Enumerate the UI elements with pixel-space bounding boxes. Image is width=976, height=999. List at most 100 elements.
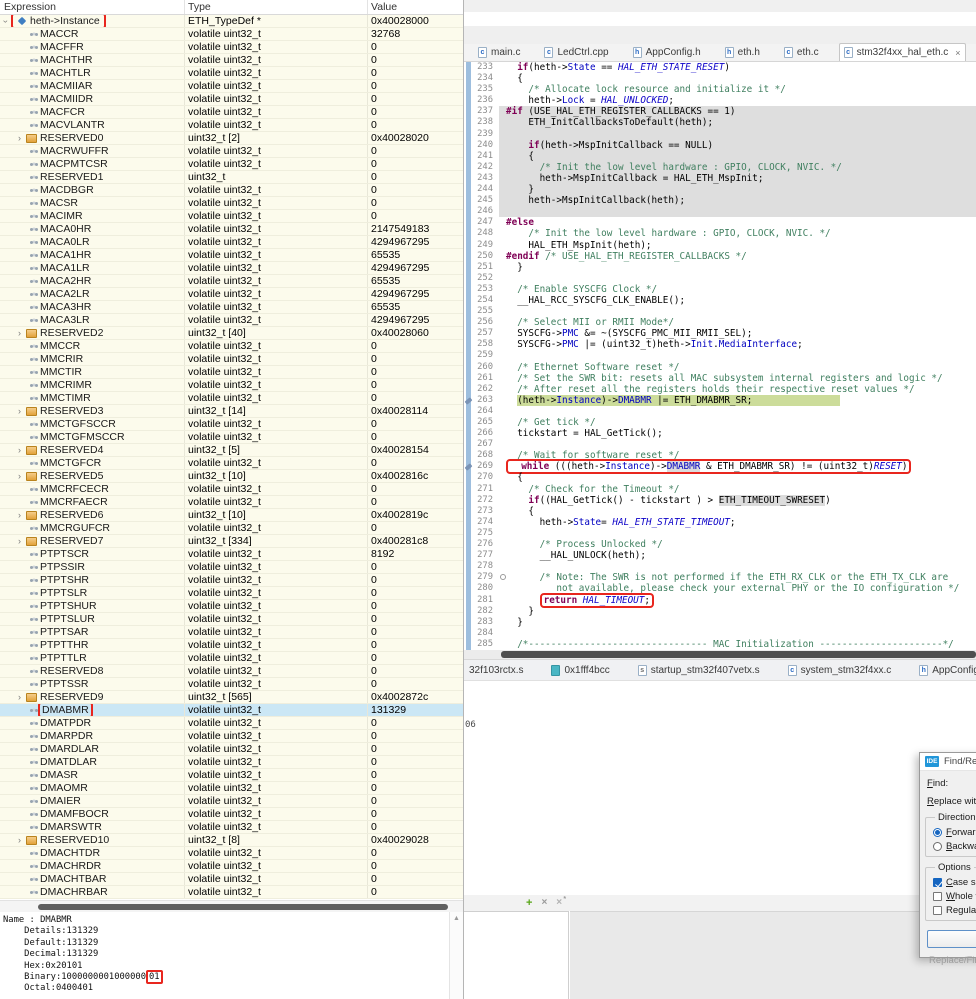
console-area[interactable]: 06 <box>464 682 976 895</box>
variable-name[interactable]: MACCR <box>38 28 81 40</box>
code-line-text[interactable]: { <box>499 73 976 84</box>
line-number[interactable]: 243 <box>472 173 499 184</box>
variable-value[interactable]: 0x40028000 <box>368 15 463 27</box>
variable-value[interactable]: 0 <box>368 665 463 677</box>
line-number[interactable]: 244 <box>472 184 499 195</box>
variable-row[interactable]: MACIMRvolatile uint32_t0 <box>0 210 463 223</box>
code-line-text[interactable]: heth->MspInitCallback(heth); <box>499 195 976 206</box>
variable-value[interactable]: 2147549183 <box>368 223 463 235</box>
variable-row[interactable]: DMARDLARvolatile uint32_t0 <box>0 743 463 756</box>
variable-name[interactable]: MMCRIR <box>38 353 85 365</box>
variable-name[interactable]: PTPTSCR <box>38 548 91 560</box>
line-number[interactable]: 255 <box>472 306 499 317</box>
variable-row[interactable]: PTPTSCRvolatile uint32_t8192 <box>0 548 463 561</box>
code-line[interactable]: 257 SYSCFG->PMC &= ~(SYSCFG_PMC_MII_RMII… <box>464 328 976 339</box>
code-line[interactable]: 236 heth->Lock = HAL_UNLOCKED; <box>464 95 976 106</box>
variable-name[interactable]: MACA0HR <box>38 223 93 235</box>
column-header-type[interactable]: Type <box>185 0 368 14</box>
line-number[interactable]: 236 <box>472 95 499 106</box>
variable-name[interactable]: MMCTIMR <box>38 392 93 404</box>
variable-value[interactable]: 0 <box>368 431 463 443</box>
variable-value[interactable]: 0x40028060 <box>368 327 463 339</box>
line-number[interactable]: 258 <box>472 339 499 350</box>
code-line-text[interactable]: } <box>499 262 976 273</box>
variable-row[interactable]: DMACHRDRvolatile uint32_t0 <box>0 860 463 873</box>
variable-value[interactable]: 0x4002816c <box>368 470 463 482</box>
variable-value[interactable]: 65535 <box>368 275 463 287</box>
column-header-value[interactable]: Value <box>368 1 463 13</box>
variable-name[interactable]: DMACHRDR <box>38 860 103 872</box>
code-line[interactable]: 258 SYSCFG->PMC |= (uint32_t)heth->Init.… <box>464 339 976 350</box>
code-line-text[interactable]: heth->Lock = HAL_UNLOCKED; <box>499 95 976 106</box>
code-line[interactable]: 269 while (((heth->Instance)->DMABMR & E… <box>464 461 976 472</box>
variable-value[interactable]: 0 <box>368 756 463 768</box>
variable-row[interactable]: MMCCRvolatile uint32_t0 <box>0 340 463 353</box>
line-number[interactable]: 253 <box>472 284 499 295</box>
variable-value[interactable]: 0 <box>368 41 463 53</box>
code-line-text[interactable]: return HAL_TIMEOUT; <box>499 595 976 606</box>
code-line[interactable]: 234 { <box>464 73 976 84</box>
variable-row[interactable]: DMACHTDRvolatile uint32_t0 <box>0 847 463 860</box>
variable-value[interactable]: 4294967295 <box>368 236 463 248</box>
variable-row[interactable]: MACMIIDRvolatile uint32_t0 <box>0 93 463 106</box>
variable-name[interactable]: MMCRIMR <box>38 379 94 391</box>
find-button[interactable]: Find <box>927 930 976 948</box>
code-line-text[interactable]: (heth->Instance)->DMABMR |= ETH_DMABMR_S… <box>499 395 976 406</box>
variable-name[interactable]: MMCTGFMSCCR <box>38 431 127 443</box>
code-line-text[interactable]: #else <box>499 217 976 228</box>
line-number[interactable]: 285 <box>472 639 499 650</box>
variable-name[interactable]: RESERVED0 <box>38 132 105 144</box>
variable-name[interactable]: DMARPDR <box>38 730 95 742</box>
variable-name[interactable]: PTPTSHR <box>38 574 91 586</box>
code-line[interactable]: 246 <box>464 206 976 217</box>
code-line[interactable]: 262 /* After reset all the registers hol… <box>464 384 976 395</box>
code-line[interactable]: 248 /* Init the low level hardware : GPI… <box>464 228 976 239</box>
variable-row[interactable]: DMARSWTRvolatile uint32_t0 <box>0 821 463 834</box>
code-line-text[interactable]: /* Get tick */ <box>499 417 976 428</box>
line-number[interactable]: 242 <box>472 162 499 173</box>
variable-value[interactable]: 0 <box>368 821 463 833</box>
variable-value[interactable]: 0 <box>368 119 463 131</box>
variable-row[interactable]: RESERVED1uint32_t0 <box>0 171 463 184</box>
variable-row[interactable]: MACSRvolatile uint32_t0 <box>0 197 463 210</box>
expand-arrow-icon[interactable]: › <box>14 835 25 846</box>
line-number[interactable]: 261 <box>472 373 499 384</box>
variable-row[interactable]: MACHTLRvolatile uint32_t0 <box>0 67 463 80</box>
code-line[interactable]: 253 /* Enable SYSCFG Clock */ <box>464 284 976 295</box>
variable-value[interactable]: 4294967295 <box>368 262 463 274</box>
code-line[interactable]: 267 <box>464 439 976 450</box>
tab-stm32f4xx_hal_eth.c[interactable]: cstm32f4xx_hal_eth.c× <box>839 43 966 61</box>
variable-value[interactable]: 0 <box>368 158 463 170</box>
variable-value[interactable]: 0 <box>368 626 463 638</box>
code-line-text[interactable]: heth->State= HAL_ETH_STATE_TIMEOUT; <box>499 517 976 528</box>
code-line-text[interactable] <box>499 628 976 639</box>
line-number[interactable]: 266 <box>472 428 499 439</box>
line-number[interactable]: 239 <box>472 129 499 140</box>
line-number[interactable]: 271 <box>472 484 499 495</box>
code-line-text[interactable]: /* Init the low level hardware : GPIO, C… <box>499 162 976 173</box>
line-number[interactable]: 280 <box>472 583 499 594</box>
checkbox-unchecked-icon[interactable] <box>933 892 942 901</box>
variable-row[interactable]: DMASRvolatile uint32_t0 <box>0 769 463 782</box>
code-line[interactable]: 283 } <box>464 617 976 628</box>
line-number[interactable]: 283 <box>472 617 499 628</box>
expand-arrow-icon[interactable]: › <box>14 692 25 703</box>
column-header-expression[interactable]: Expression <box>0 0 185 14</box>
variable-value[interactable]: 0 <box>368 496 463 508</box>
variable-row[interactable]: DMACHTBARvolatile uint32_t0 <box>0 873 463 886</box>
variable-name[interactable]: MACRWUFFR <box>38 145 111 157</box>
line-number[interactable]: 235 <box>472 84 499 95</box>
checkbox-unchecked-icon[interactable] <box>933 906 942 915</box>
expand-arrow-icon[interactable]: › <box>14 133 25 144</box>
variable-name[interactable]: PTPTTLR <box>38 652 89 664</box>
variable-name[interactable]: RESERVED6 <box>38 509 105 521</box>
code-line-text[interactable]: if(heth->State == HAL_ETH_STATE_RESET) <box>499 62 976 73</box>
code-line-text[interactable]: while (((heth->Instance)->DMABMR & ETH_D… <box>499 461 976 472</box>
variable-row[interactable]: MMCTGFMSCCRvolatile uint32_t0 <box>0 431 463 444</box>
variable-row[interactable]: MMCRIMRvolatile uint32_t0 <box>0 379 463 392</box>
expand-arrow-icon[interactable]: › <box>14 406 25 417</box>
code-line-text[interactable]: if(heth->MspInitCallback == NULL) <box>499 140 976 151</box>
variable-row[interactable]: ›RESERVED4uint32_t [5]0x40028154 <box>0 444 463 457</box>
code-line[interactable]: 263 (heth->Instance)->DMABMR |= ETH_DMAB… <box>464 395 976 406</box>
remove-all-icon[interactable]: × <box>556 898 562 908</box>
